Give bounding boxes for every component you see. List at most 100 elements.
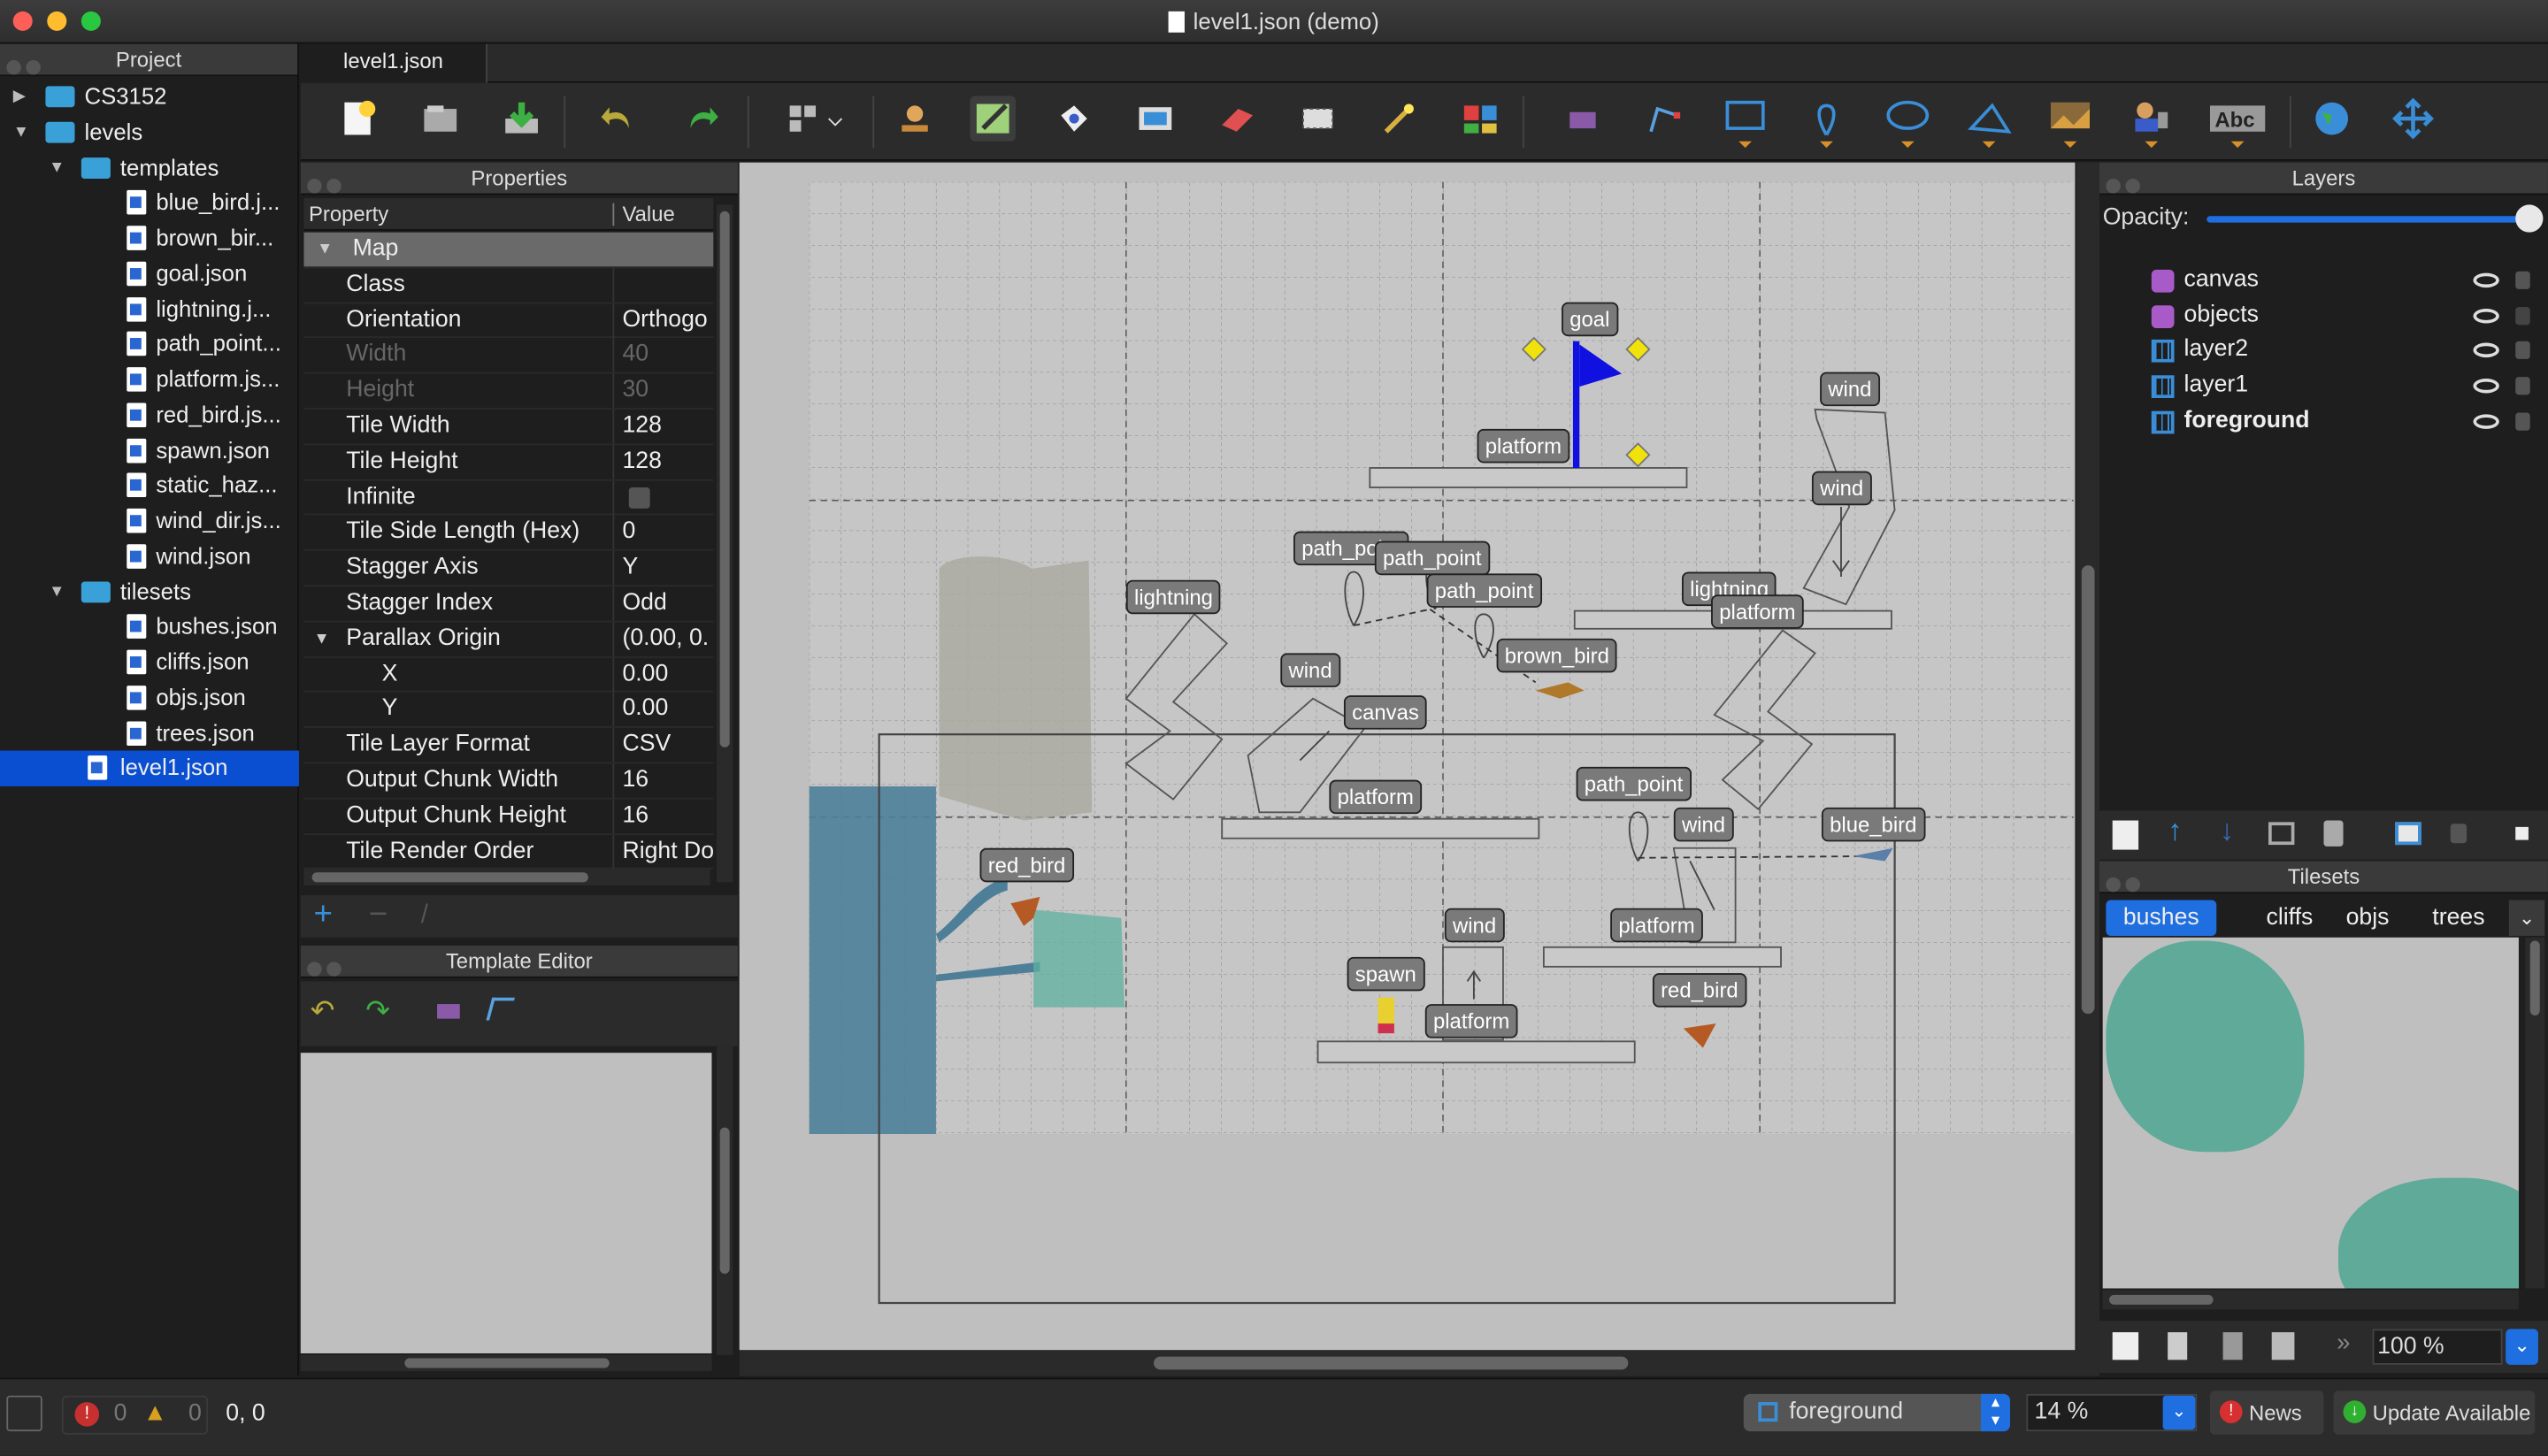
property-value[interactable]: 30 [622,374,713,410]
tileset-zoom-field[interactable]: 100 % [2372,1329,2503,1365]
console-toggle-icon[interactable] [6,1395,42,1432]
opacity-slider[interactable] [2206,216,2529,223]
property-row[interactable]: Stagger Index Odd [303,586,714,623]
bucket-fill-icon[interactable] [1051,96,1096,141]
property-row[interactable]: Infinite [303,479,714,516]
property-row[interactable]: ▼ Parallax Origin (0.00, 0. [303,622,714,658]
map-view[interactable] [740,163,2076,1351]
insert-rectangle-icon[interactable] [1723,96,1768,149]
platform-object[interactable] [1316,1040,1636,1064]
map-vscrollbar[interactable] [2076,162,2100,1351]
world-tool-icon[interactable] [785,96,843,141]
visibility-eye-icon[interactable] [2473,343,2499,358]
expand-arrow-icon[interactable]: ▼ [317,233,333,268]
expand-arrow-icon[interactable]: ▼ [313,622,329,657]
insert-text-icon[interactable]: Abc [2209,96,2266,149]
property-column-header[interactable]: Property [309,198,388,231]
map-object-label[interactable]: platform [1329,779,1423,815]
layer-row-layer2[interactable]: layer2 [2099,333,2548,369]
news-button[interactable]: ! News [2209,1391,2324,1435]
map-object-label[interactable]: goal [1562,302,1618,337]
property-row[interactable]: Width 40 [303,338,714,374]
platform-object[interactable] [1369,467,1688,488]
toggle-other-layers-icon[interactable] [2395,822,2421,846]
property-value[interactable]: Y [622,551,713,586]
map-object-label[interactable]: platform [1711,594,1804,629]
collapse-arrow-icon[interactable]: ▶ [13,80,26,114]
properties-hscrollbar[interactable] [303,869,710,886]
lock-icon[interactable] [2515,341,2530,360]
map-object-label[interactable]: brown_bird [1496,638,1618,673]
lock-icon[interactable] [2515,412,2530,431]
map-object-label[interactable]: wind [1280,653,1340,687]
platform-object[interactable] [1221,817,1540,839]
tileset-tab-bushes[interactable]: bushes [2106,900,2217,936]
stamp-brush-icon[interactable] [892,96,937,141]
property-value[interactable]: 0.00 [622,693,713,728]
goal-flag-pole[interactable] [1572,341,1580,468]
export-tileset-icon[interactable] [2222,1332,2243,1360]
map-object-label[interactable]: wind [1444,908,1505,943]
embed-tileset-icon[interactable] [2168,1332,2188,1360]
map-object-label[interactable]: platform [1424,1004,1518,1038]
tileset-tab-trees[interactable]: trees [2413,900,2504,936]
tileset-vscrollbar[interactable] [2525,937,2545,1289]
template-vscrollbar[interactable] [716,1046,733,1355]
property-row[interactable]: Tile Width 128 [303,409,714,445]
zoom-dropdown-chevron-icon[interactable]: ⌄ [2506,1329,2538,1365]
move-icon[interactable] [2391,96,2436,141]
visibility-eye-icon[interactable] [2473,379,2499,394]
template-hscrollbar[interactable] [300,1354,712,1372]
tree-file[interactable]: brown_bir... [0,221,299,257]
duplicate-layer-icon[interactable] [2268,822,2295,846]
bush-tile-small[interactable] [2338,1177,2519,1289]
tree-file[interactable]: static_haz... [0,468,299,503]
tileset-tab-cliffs[interactable]: cliffs [2249,900,2330,936]
property-value[interactable]: CSV [622,728,713,763]
layer-row-canvas[interactable]: canvas [2099,264,2548,299]
template-redo-icon[interactable]: ↷ [365,994,390,1029]
map-object-label[interactable]: red_bird [979,847,1074,883]
more-tools-icon[interactable]: » [2337,1329,2350,1356]
layer-select-dropdown[interactable]: foreground ▴ ▾ [1743,1393,2010,1432]
raise-layer-icon[interactable]: ↑ [2168,814,2183,848]
panel-controls[interactable] [6,52,45,75]
delete-layer-icon[interactable] [2323,820,2344,847]
unlocked-icon[interactable] [2515,306,2530,325]
rect-select-icon[interactable] [1295,96,1340,141]
property-value[interactable]: Odd [622,586,713,622]
select-objects-icon[interactable] [1560,96,1605,141]
lock-layer-icon[interactable] [2450,824,2467,844]
panel-controls[interactable] [2106,870,2145,893]
map-object-label[interactable]: wind [1820,372,1880,407]
tree-file[interactable]: cliffs.json [0,645,299,680]
insert-point-icon[interactable] [1804,96,1849,149]
property-value[interactable]: Orthogo [622,303,713,339]
property-row[interactable]: Output Chunk Height 16 [303,799,714,835]
eraser-icon[interactable] [1214,96,1259,141]
layer-row-objects[interactable]: objects [2099,298,2548,333]
property-row[interactable]: Output Chunk Width 16 [303,763,714,800]
map-object-label[interactable]: red_bird [1652,973,1746,1008]
terrain-brush-icon[interactable] [970,96,1016,142]
bush-tile-large[interactable] [2106,940,2305,1153]
expand-arrow-icon[interactable]: ▼ [49,574,65,609]
property-value[interactable]: 0 [622,516,713,551]
tileset-hscrollbar[interactable] [2102,1290,2519,1310]
visibility-eye-icon[interactable] [2473,413,2499,429]
tileset-menu-chevron-icon[interactable]: ⌄ [2508,900,2545,936]
remove-property-icon[interactable]: − [369,897,388,934]
property-row[interactable]: Tile Height 128 [303,444,714,480]
property-row[interactable]: X 0.00 [303,657,714,694]
property-value[interactable]: Right Do [622,834,713,870]
lock-icon[interactable] [2515,377,2530,395]
property-row[interactable]: Tile Layer Format CSV [303,728,714,764]
edit-polygons-icon[interactable] [1641,96,1686,141]
tree-file[interactable]: wind_dir.js... [0,503,299,539]
property-row[interactable]: Stagger Axis Y [303,550,714,587]
property-value[interactable]: 16 [622,763,713,799]
map-object-label[interactable]: path_point [1374,540,1490,576]
map-object-label[interactable]: wind [1673,807,1734,842]
property-group-row[interactable]: ▼ Map [303,232,714,268]
minimize-window-button[interactable] [47,11,67,31]
